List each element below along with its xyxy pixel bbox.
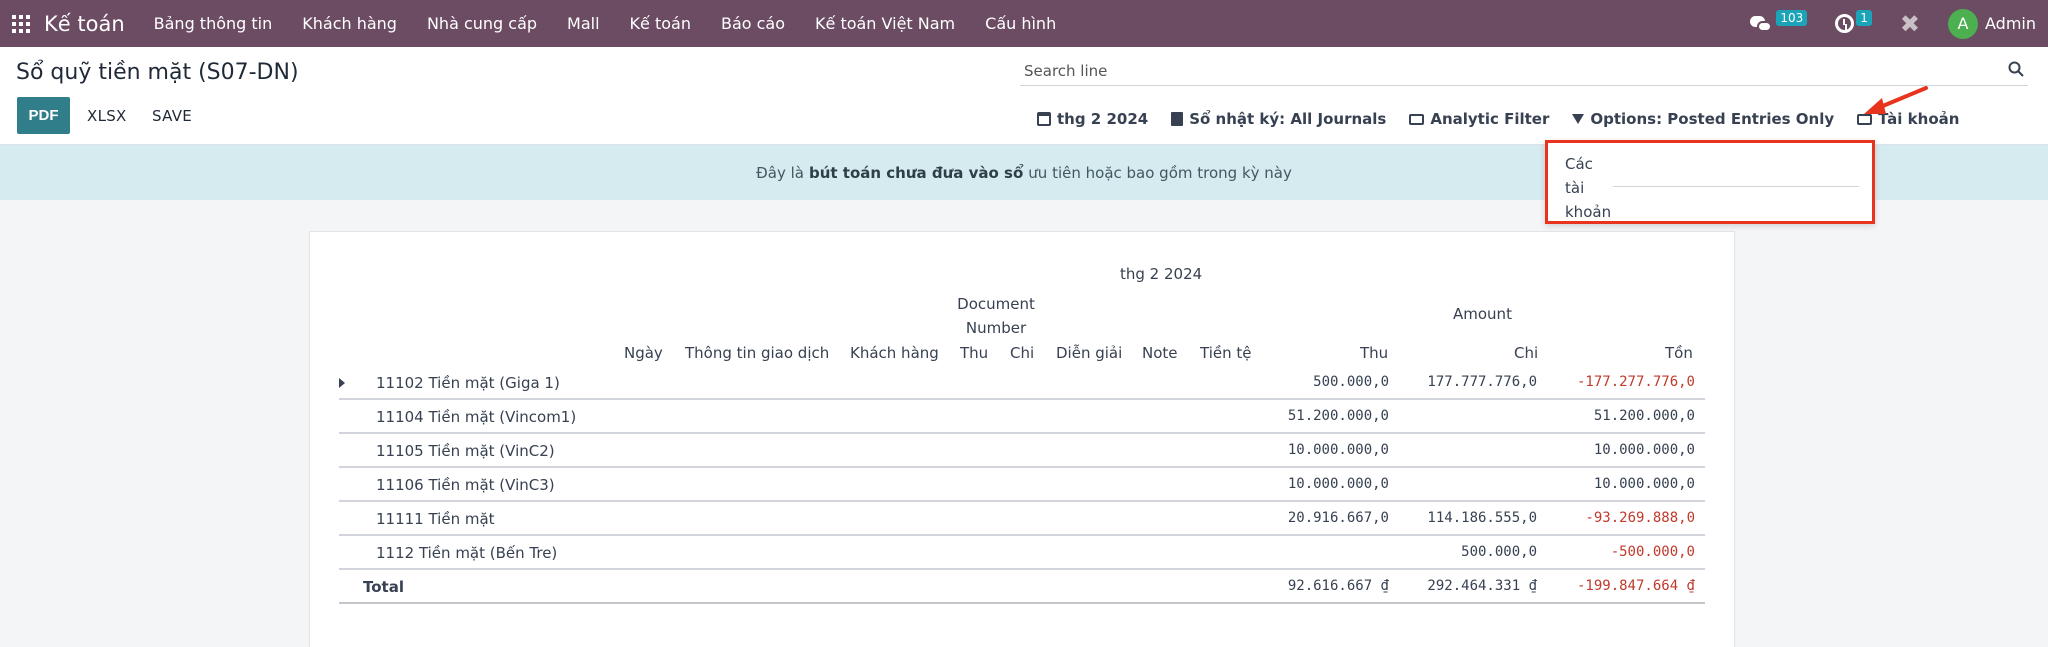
total-ton-value: -199.847.664 ₫ xyxy=(1576,578,1695,594)
column-doc-thu: Thu xyxy=(960,344,989,362)
table-row[interactable]: 11102 Tiền mặt (Giga 1) 500.000,0 177.77… xyxy=(339,366,1705,400)
thu-value: 10.000.000,0 xyxy=(1287,476,1389,492)
total-chi-value: 292.464.331 ₫ xyxy=(1427,578,1537,594)
total-label: Total xyxy=(363,578,404,596)
ton-value: -500.000,0 xyxy=(1610,544,1695,560)
analytic-filter[interactable]: Analytic Filter xyxy=(1409,110,1549,128)
journals-filter-label: Sổ nhật ký: All Journals xyxy=(1189,110,1387,128)
ton-value: -177.277.776,0 xyxy=(1576,374,1695,390)
book-icon xyxy=(1171,112,1184,126)
folder-open-icon xyxy=(1409,113,1425,125)
search-input[interactable] xyxy=(1020,61,1980,80)
accounts-dropdown: Các tài khoản xyxy=(1545,140,1875,224)
ton-value: 51.200.000,0 xyxy=(1593,408,1695,424)
ton-value: 10.000.000,0 xyxy=(1593,476,1695,492)
ton-value: 10.000.000,0 xyxy=(1593,442,1695,458)
table-row[interactable]: 11111 Tiền mặt 20.916.667,0 114.186.555,… xyxy=(339,502,1705,536)
thu-value: 51.200.000,0 xyxy=(1287,408,1389,424)
annotation-arrow-icon xyxy=(1864,86,1928,114)
tools-icon[interactable]: ✖ xyxy=(1900,12,1920,36)
filter-icon xyxy=(1572,114,1585,124)
table-row[interactable]: 11104 Tiền mặt (Vincom1) 51.200.000,0 51… xyxy=(339,400,1705,434)
navbar-systray: 103 1 ✖ A Admin xyxy=(1750,0,2036,47)
menu-ke-toan-viet-nam[interactable]: Kế toán Việt Nam xyxy=(800,14,970,33)
column-ngay: Ngày xyxy=(624,344,663,362)
chat-icon xyxy=(1750,15,1774,33)
analytic-filter-label: Analytic Filter xyxy=(1430,110,1550,128)
caret-right-icon[interactable] xyxy=(339,378,345,388)
messages-button[interactable]: 103 xyxy=(1750,9,1808,33)
save-button[interactable]: SAVE xyxy=(152,97,192,134)
avatar: A xyxy=(1948,8,1978,39)
user-menu[interactable]: A Admin xyxy=(1948,8,2036,39)
top-navbar: Kế toán Bảng thông tin Khách hàng Nhà cu… xyxy=(0,0,2048,47)
options-filter-label: Options: Posted Entries Only xyxy=(1590,110,1835,128)
account-name: 11111 Tiền mặt xyxy=(376,510,495,528)
chi-value: 177.777.776,0 xyxy=(1427,374,1537,390)
menu-bang-thong-tin[interactable]: Bảng thông tin xyxy=(139,14,288,33)
activities-badge: 1 xyxy=(1856,9,1872,26)
thu-value: 500.000,0 xyxy=(1313,374,1389,390)
accounts-dropdown-label: Các tài khoản xyxy=(1565,155,1612,221)
date-filter[interactable]: thg 2 2024 xyxy=(1037,110,1148,128)
menu-khach-hang[interactable]: Khách hàng xyxy=(287,14,412,33)
column-doc-chi: Chi xyxy=(1010,344,1035,362)
chi-value: 500.000,0 xyxy=(1461,544,1537,560)
column-tien-te: Tiền tệ xyxy=(1200,344,1252,362)
document-number-header: Document Number xyxy=(957,295,1035,337)
banner-suffix: ưu tiên hoặc bao gồm trong kỳ này xyxy=(1028,163,1292,182)
column-thu: Thu xyxy=(1360,344,1389,362)
report-filters: thg 2 2024 Sổ nhật ký: All Journals Anal… xyxy=(1037,107,1982,131)
account-name: 11105 Tiền mặt (VinC2) xyxy=(376,442,555,460)
amount-header: Amount xyxy=(1453,305,1512,323)
user-name: Admin xyxy=(1985,14,2036,33)
account-name: 1112 Tiền mặt (Bến Tre) xyxy=(376,544,558,562)
report-period: thg 2 2024 xyxy=(1120,265,1203,283)
apps-grid-icon[interactable] xyxy=(12,14,30,33)
ton-value: -93.269.888,0 xyxy=(1585,510,1695,526)
column-khach-hang: Khách hàng xyxy=(850,344,939,362)
control-panel: Sổ quỹ tiền mặt (S07-DN) PDF XLSX SAVE t… xyxy=(0,47,2048,145)
table-row[interactable]: 1112 Tiền mặt (Bến Tre) 500.000,0 -500.0… xyxy=(339,536,1705,570)
messages-badge: 103 xyxy=(1776,9,1808,26)
menu-cau-hinh[interactable]: Cấu hình xyxy=(970,14,1071,33)
date-filter-label: thg 2 2024 xyxy=(1057,110,1149,128)
search-bar xyxy=(1020,56,2028,86)
app-brand[interactable]: Kế toán xyxy=(44,12,125,36)
activities-button[interactable]: 1 xyxy=(1835,9,1872,33)
column-chi: Chi xyxy=(1514,344,1539,362)
calendar-icon xyxy=(1037,112,1051,126)
menu-bao-cao[interactable]: Báo cáo xyxy=(706,14,800,33)
column-note: Note xyxy=(1142,344,1178,362)
column-dien-giai: Diễn giải xyxy=(1056,344,1123,362)
column-thong-tin-giao-dich: Thông tin giao dịch xyxy=(685,344,830,362)
menu-ke-toan[interactable]: Kế toán xyxy=(615,14,706,33)
column-ton: Tồn xyxy=(1665,344,1693,362)
menu-mall[interactable]: Mall xyxy=(552,14,615,33)
journals-filter[interactable]: Sổ nhật ký: All Journals xyxy=(1171,110,1386,128)
total-thu-value: 92.616.667 ₫ xyxy=(1287,578,1389,594)
page-title: Sổ quỹ tiền mặt (S07-DN) xyxy=(16,60,299,85)
options-filter[interactable]: Options: Posted Entries Only xyxy=(1572,110,1834,128)
banner-bold-text: bút toán chưa đưa vào sổ xyxy=(808,163,1024,182)
thu-value: 10.000.000,0 xyxy=(1287,442,1389,458)
banner-prefix: Đây là xyxy=(756,163,804,182)
chi-value: 114.186.555,0 xyxy=(1427,510,1537,526)
menu-nha-cung-cap[interactable]: Nhà cung cấp xyxy=(412,14,552,33)
account-name: 11102 Tiền mặt (Giga 1) xyxy=(376,374,560,392)
search-icon[interactable] xyxy=(2008,61,2024,77)
table-row[interactable]: 11106 Tiền mặt (VinC3) 10.000.000,0 10.0… xyxy=(339,468,1705,502)
clock-icon xyxy=(1835,14,1855,33)
pdf-button[interactable]: PDF xyxy=(17,97,70,134)
xlsx-button[interactable]: XLSX xyxy=(87,97,127,134)
account-name: 11104 Tiền mặt (Vincom1) xyxy=(376,408,577,426)
thu-value: 20.916.667,0 xyxy=(1287,510,1389,526)
table-row[interactable]: 11105 Tiền mặt (VinC2) 10.000.000,0 10.0… xyxy=(339,434,1705,468)
account-name: 11106 Tiền mặt (VinC3) xyxy=(376,476,555,494)
total-row: Total 92.616.667 ₫ 292.464.331 ₫ -199.84… xyxy=(339,570,1705,604)
accounts-input[interactable] xyxy=(1613,167,1859,187)
